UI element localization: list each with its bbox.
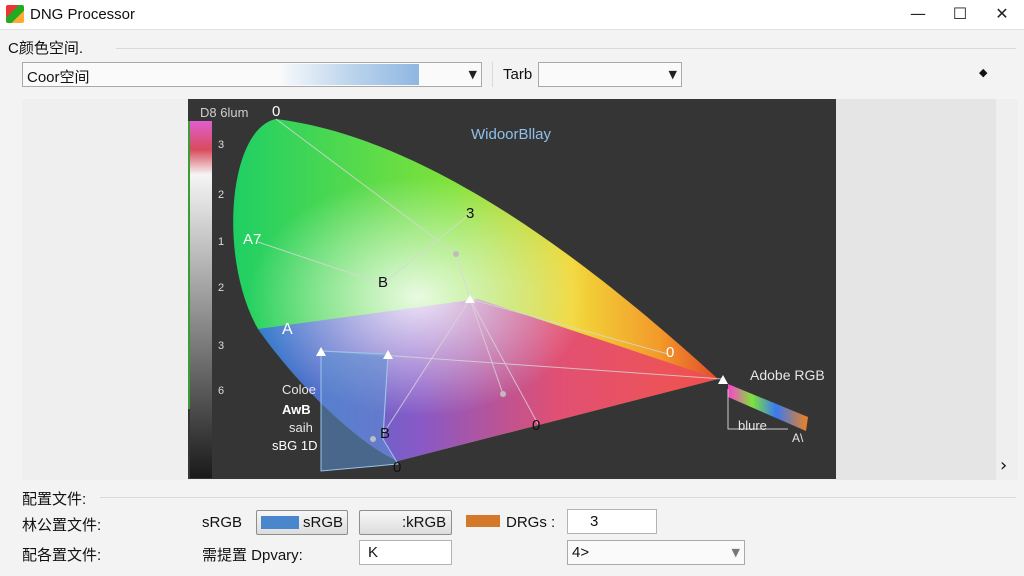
vertex-label: A7 bbox=[243, 231, 262, 248]
marker-dot bbox=[500, 391, 506, 397]
profile-select-value: 4> bbox=[572, 544, 590, 561]
vertex-label: B bbox=[378, 274, 389, 291]
scale-tick: 6 bbox=[218, 385, 225, 397]
window-title: DNG Processor bbox=[30, 6, 136, 23]
vertex-label: B bbox=[380, 425, 391, 442]
blure-label: blure bbox=[738, 418, 767, 433]
toolbar-separator bbox=[492, 62, 493, 87]
krgb-button-label: :kRGB bbox=[402, 514, 447, 531]
close-button[interactable]: ✕ bbox=[982, 0, 1022, 30]
scale-tick: 1 bbox=[218, 236, 225, 248]
krgb-button[interactable]: :kRGB bbox=[359, 510, 452, 535]
drgs-field[interactable]: 3 bbox=[567, 509, 657, 534]
srgb-button[interactable]: sRGB bbox=[256, 510, 348, 535]
srgb-button-label: sRGB bbox=[303, 514, 344, 531]
profile-section-label: 配置文件: bbox=[22, 491, 87, 508]
scale-tick: 2 bbox=[218, 189, 225, 201]
scale-tick: 3 bbox=[218, 340, 225, 352]
chevron-down-icon: ▼ bbox=[668, 68, 677, 81]
adobe-rgb-label: Adobe RGB bbox=[750, 367, 825, 383]
pin-icon[interactable]: ◆ bbox=[979, 66, 987, 79]
color-swatch bbox=[261, 516, 299, 529]
vertex-label: A bbox=[282, 321, 293, 338]
chromaticity-diagram[interactable]: D8 6lum WidoorBllay 0 3 A7 B A 0 0 B 0 A… bbox=[188, 99, 836, 479]
profile-row2-sublabel: 需提置 Dpvary: bbox=[202, 547, 303, 564]
colorspace-select-value: Coor空间 bbox=[27, 69, 90, 86]
colorspace-section-label: C颜色空间. bbox=[8, 40, 84, 57]
marker-dot bbox=[453, 251, 459, 257]
section-divider bbox=[100, 497, 1016, 498]
marker-dot bbox=[370, 436, 376, 442]
vertex-label: 0 bbox=[272, 103, 281, 120]
as-label: A\ bbox=[792, 431, 804, 445]
chevron-down-icon: ▼ bbox=[468, 68, 477, 81]
dpvary-field-value: K bbox=[368, 544, 379, 561]
diagram-title: WidoorBllay bbox=[471, 126, 552, 143]
colorspace-gradient bbox=[283, 64, 419, 85]
maximize-button[interactable]: ☐ bbox=[940, 0, 980, 30]
title-bar: DNG Processor — ☐ ✕ bbox=[0, 0, 1024, 30]
legend-line: AwB bbox=[282, 402, 311, 417]
luminance-scale bbox=[190, 121, 212, 478]
legend-line: sBG 1D bbox=[272, 438, 318, 453]
profile-row2-label: 配各置文件: bbox=[22, 547, 102, 564]
legend-line: saih bbox=[289, 420, 313, 435]
profile-row1-label: 林公置文件: bbox=[22, 517, 102, 534]
vertex-label: 0 bbox=[393, 459, 402, 476]
diagram-top-label: D8 6lum bbox=[200, 105, 249, 120]
section-divider bbox=[116, 48, 1016, 49]
target-label: Tarb bbox=[503, 66, 533, 83]
chevron-down-icon: ▼ bbox=[731, 546, 740, 559]
profile-select[interactable]: 4> ▼ bbox=[567, 540, 745, 565]
dpvary-field[interactable]: K bbox=[359, 540, 452, 565]
orange-swatch bbox=[466, 515, 500, 527]
scale-tick: 2 bbox=[218, 282, 225, 294]
minimize-button[interactable]: — bbox=[898, 0, 938, 30]
chevron-right-icon[interactable]: › bbox=[1000, 455, 1007, 476]
drgs-field-value: 3 bbox=[590, 513, 599, 530]
right-panel bbox=[836, 99, 996, 480]
app-icon bbox=[6, 5, 24, 23]
vertex-label: 3 bbox=[466, 205, 475, 222]
profile-row1-value: sRGB bbox=[202, 514, 243, 531]
scale-tick: 3 bbox=[218, 139, 225, 151]
colorspace-select[interactable]: Coor空间 ▼ bbox=[22, 62, 482, 87]
vertex-label: 0 bbox=[532, 417, 541, 434]
marker-triangle-3 bbox=[718, 375, 728, 384]
vertex-label: 0 bbox=[666, 344, 675, 361]
legend-line: Coloe bbox=[282, 382, 316, 397]
drgs-label: DRGs : bbox=[506, 514, 556, 531]
target-select[interactable]: ▼ bbox=[538, 62, 682, 87]
